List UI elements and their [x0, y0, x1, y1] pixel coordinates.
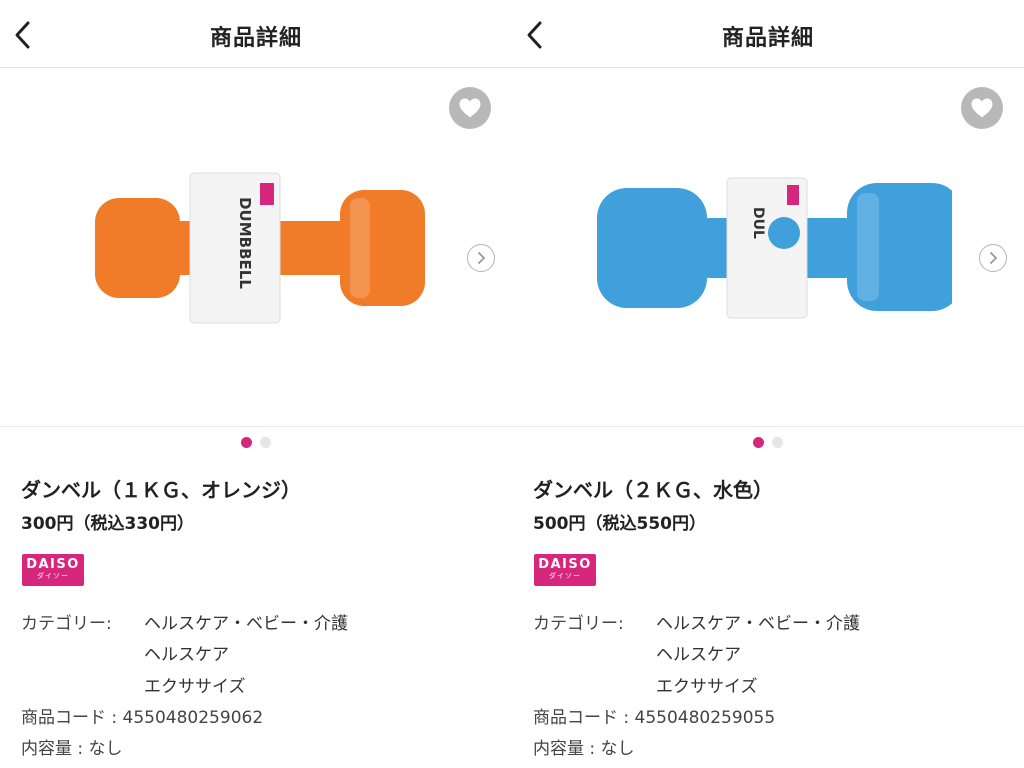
- brand-name: DAISO: [26, 557, 80, 572]
- daiso-brand-logo[interactable]: DAISO ダイソー: [534, 554, 596, 586]
- product-image: DUMBBELL: [95, 172, 425, 324]
- svg-text:DUL: DUL: [750, 207, 766, 239]
- next-image-button[interactable]: [467, 244, 495, 272]
- product-detail-screen-2: 商品詳細 DUL ダンベル（２ＫＧ、水色） 500円（税込550円） DAISO…: [512, 0, 1024, 768]
- pagination-dot-active[interactable]: [241, 437, 252, 448]
- category-label: カテゴリー:: [533, 614, 624, 634]
- category-item: ヘルスケア: [144, 645, 229, 665]
- product-name: ダンベル（１ＫＧ、オレンジ）: [21, 478, 301, 502]
- category-item: ヘルスケア・ベビー・介護: [144, 614, 348, 634]
- product-name: ダンベル（２ＫＧ、水色）: [533, 478, 773, 502]
- daiso-brand-logo[interactable]: DAISO ダイソー: [22, 554, 84, 586]
- product-image-carousel[interactable]: DUMBBELL: [0, 68, 512, 427]
- page-title: 商品詳細: [209, 26, 302, 51]
- svg-text:DUMBBELL: DUMBBELL: [236, 197, 254, 289]
- brand-name: DAISO: [538, 557, 592, 572]
- favorite-button[interactable]: [961, 87, 1003, 129]
- product-code: 商品コード : 4550480259055: [533, 708, 776, 728]
- product-code: 商品コード : 4550480259062: [21, 708, 264, 728]
- heart-icon: [459, 98, 481, 118]
- category-label: カテゴリー:: [21, 614, 112, 634]
- product-image: DUL: [597, 177, 952, 319]
- category-item: エクササイズ: [656, 677, 758, 697]
- chevron-right-icon: [478, 252, 485, 264]
- product-price: 500円（税込550円）: [533, 514, 706, 534]
- product-detail-screen-1: 商品詳細 DUMBBELL ダンベル（１ＫＧ、オレンジ） 300円（税込330円…: [0, 0, 512, 768]
- next-image-button[interactable]: [979, 244, 1007, 272]
- brand-subtitle: ダイソー: [37, 572, 69, 580]
- product-price: 300円（税込330円）: [21, 514, 194, 534]
- brand-subtitle: ダイソー: [549, 572, 581, 580]
- heart-icon: [971, 98, 993, 118]
- carousel-pagination: [512, 437, 1024, 448]
- carousel-pagination: [0, 437, 512, 448]
- page-title: 商品詳細: [721, 26, 814, 51]
- pagination-dot-active[interactable]: [753, 437, 764, 448]
- nav-header: 商品詳細: [512, 0, 1024, 68]
- pagination-dot[interactable]: [260, 437, 271, 448]
- category-item: ヘルスケア: [656, 645, 741, 665]
- content-amount: 内容量 : なし: [533, 739, 635, 759]
- favorite-button[interactable]: [449, 87, 491, 129]
- nav-header: 商品詳細: [0, 0, 512, 68]
- chevron-right-icon: [990, 252, 997, 264]
- content-amount: 内容量 : なし: [21, 739, 123, 759]
- category-item: エクササイズ: [144, 677, 246, 697]
- category-item: ヘルスケア・ベビー・介護: [656, 614, 860, 634]
- product-image-carousel[interactable]: DUL: [512, 68, 1024, 427]
- pagination-dot[interactable]: [772, 437, 783, 448]
